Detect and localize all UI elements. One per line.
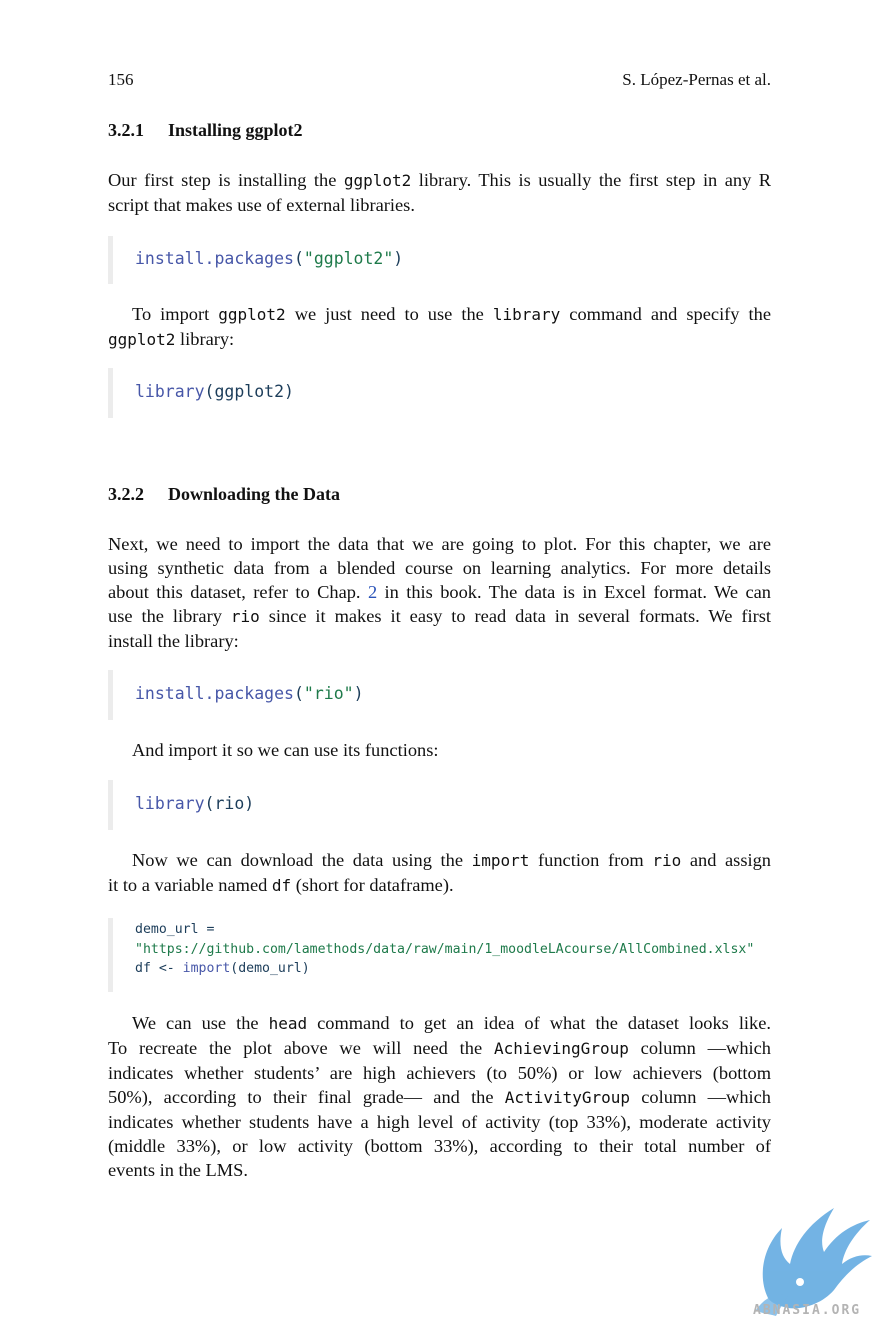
paragraph-downloading: Next, we need to import the data that we… (108, 534, 772, 651)
running-head-authors: S. López-Pernas et al. (622, 70, 771, 89)
code-block-library-rio: library(rio) (108, 780, 771, 830)
section-number: 3.2.2 (108, 484, 144, 504)
section-number: 3.2.1 (108, 120, 144, 140)
code-block-library-ggplot2: library(ggplot2) (108, 368, 771, 418)
paragraph-download-data: Now we can download the data using the i… (108, 850, 771, 895)
paragraph-import-rio: And import it so we can use its function… (132, 740, 439, 760)
inline-code: ggplot2 (343, 171, 412, 190)
section-heading-downloading: 3.2.2 Downloading the Data (108, 484, 340, 505)
code-block-install-ggplot2: install.packages("ggplot2") (108, 236, 771, 284)
paragraph-installing: Our first step is installing the ggplot2… (108, 170, 772, 215)
code-block-install-rio: install.packages("rio") (108, 670, 771, 720)
section-title: Installing ggplot2 (168, 120, 303, 140)
code-block-import-data: demo_url = "https://github.com/lamethods… (108, 918, 771, 992)
running-head: 156 S. López-Pernas et al. (108, 70, 771, 90)
watermark-text: ABNASIA.ORG (753, 1303, 862, 1318)
chapter-link[interactable]: 2 (368, 582, 377, 602)
section-title: Downloading the Data (168, 484, 341, 504)
paragraph-import-ggplot2: To import ggplot2 we just need to use th… (108, 304, 771, 349)
page-number: 156 (108, 70, 134, 89)
paragraph-head-command: We can use the head command to get an id… (108, 1013, 771, 1180)
section-heading-installing: 3.2.1 Installing ggplot2 (108, 120, 303, 141)
